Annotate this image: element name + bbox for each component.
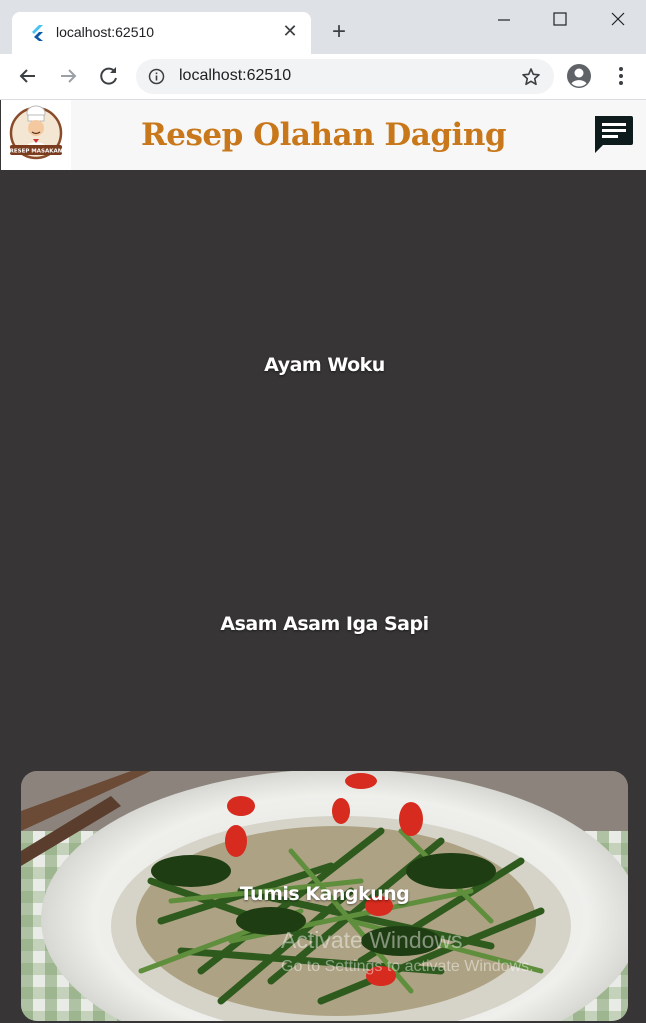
watermark-line1: Activate Windows [281,927,463,953]
activate-windows-watermark: Activate Windows Go to Settings to activ… [281,927,534,976]
profile-avatar-icon[interactable] [566,63,592,89]
recipe-list: Ayam Woku Asam Asam Iga Sapi Tumis Kangk… [0,170,646,1023]
url-text[interactable]: localhost:62510 [179,67,291,85]
recipe-card-asam-asam-iga-sapi[interactable]: Asam Asam Iga Sapi [21,521,628,771]
recipe-title: Ayam Woku [264,354,385,376]
recipe-title: Asam Asam Iga Sapi [220,613,429,635]
close-window-icon[interactable] [598,6,638,32]
recipe-card-ayam-woku[interactable]: Ayam Woku [21,170,628,411]
tab-title: localhost:62510 [56,24,155,40]
app-bar: RESEP MASAKAN Resep Olahan Daging [1,100,646,170]
recipe-card-tumis-kangkung[interactable]: Tumis Kangkung [21,771,628,1021]
bookmark-star-icon[interactable] [520,66,542,88]
new-tab-icon[interactable]: + [326,20,352,46]
forward-arrow-icon[interactable] [55,63,81,89]
recipe-title: Tumis Kangkung [239,883,410,905]
info-icon[interactable] [148,68,165,85]
browser-chrome: localhost:62510 ✕ + localhost:62510 [0,0,646,100]
watermark-line2: Go to Settings to activate Windows. [281,958,534,975]
page-title: Resep Olahan Daging [140,117,507,153]
maximize-icon[interactable] [540,6,580,32]
flutter-icon [32,25,43,41]
tab-strip: localhost:62510 ✕ + [0,0,646,54]
back-arrow-icon[interactable] [15,63,41,89]
address-bar[interactable]: localhost:62510 [136,59,554,94]
browser-toolbar: localhost:62510 [0,54,646,100]
reload-icon[interactable] [96,63,122,89]
browser-tab[interactable]: localhost:62510 ✕ [12,12,311,54]
more-menu-icon[interactable] [608,63,634,89]
minimize-icon[interactable] [484,6,524,32]
chat-icon[interactable] [591,113,635,157]
tab-close-icon[interactable]: ✕ [279,21,301,43]
